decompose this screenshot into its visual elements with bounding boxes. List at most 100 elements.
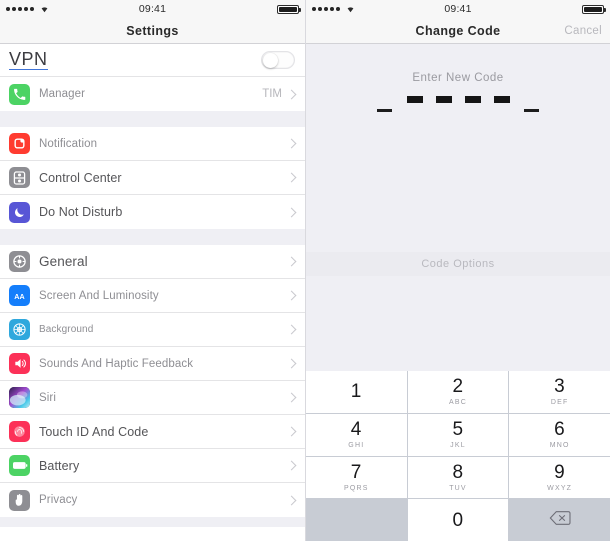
keypad-key-blank — [306, 499, 407, 541]
keypad-letters: PQRS — [344, 484, 369, 492]
keypad-letters: DEF — [550, 399, 569, 407]
settings-row-label: Control Center — [39, 170, 122, 185]
keypad-key-5[interactable]: 5 JKL — [407, 413, 509, 456]
settings-row-label: Manager — [39, 88, 86, 100]
code-dot-filled — [464, 96, 481, 103]
keypad-number: 7 — [350, 461, 362, 483]
settings-panel: 09:41 Settings VPN Manager TIM Notificat… — [0, 0, 305, 541]
keypad-number: 4 — [350, 419, 362, 441]
settings-navbar: Settings — [0, 18, 305, 44]
chevron-right-icon — [286, 392, 297, 403]
code-dot-filled — [406, 96, 423, 103]
status-bar-time: 09:41 — [138, 3, 167, 15]
settings-row-siri[interactable]: Siri — [0, 381, 305, 415]
status-bar-right: 09:41 — [306, 0, 610, 18]
settings-row-label: Screen And Luminosity — [39, 289, 159, 302]
settings-row-label: Notification — [39, 137, 98, 150]
chevron-right-icon — [286, 256, 297, 267]
notifications-group: Notification Control Center Do Not Distu… — [0, 127, 305, 229]
list-section-gap — [0, 229, 305, 245]
chevron-right-icon — [286, 290, 297, 301]
keypad-number: 3 — [554, 376, 566, 398]
battery-icon — [9, 455, 30, 476]
vpn-label: VPN — [9, 49, 48, 70]
delete-backspace-icon — [549, 510, 571, 530]
keypad-number: 9 — [554, 461, 566, 483]
status-bar-time: 09:41 — [444, 3, 472, 15]
keypad-key-0[interactable]: 0 — [407, 499, 509, 541]
settings-row-label: Privacy — [39, 494, 78, 506]
keypad-key-6[interactable]: 6 MNO — [509, 413, 610, 456]
settings-row-label: Sounds And Haptic Feedback — [39, 357, 194, 370]
keypad-key-8[interactable]: 8 TUV — [407, 456, 509, 499]
manager-value: TIM — [262, 88, 282, 100]
code-options-button[interactable]: Code Options — [306, 252, 610, 276]
keypad-number: 0 — [452, 509, 464, 531]
settings-row-do-not-disturb[interactable]: Do Not Disturb — [0, 195, 305, 229]
gear-icon — [9, 251, 30, 272]
cancel-button[interactable]: Cancel — [564, 25, 602, 37]
code-prompt-label: Enter New Code — [412, 72, 504, 84]
wallpaper-icon — [9, 319, 30, 340]
notification-icon — [9, 133, 30, 154]
settings-row-vpn[interactable]: VPN — [0, 44, 305, 77]
settings-row-control-center[interactable]: Control Center — [0, 161, 305, 195]
keypad-key-2[interactable]: 2 ABC — [407, 371, 509, 413]
settings-row-background[interactable]: Background — [0, 313, 305, 347]
list-bottom-gap — [0, 517, 305, 527]
settings-row-label: General — [39, 254, 88, 269]
vpn-group: VPN Manager TIM — [0, 44, 305, 111]
keypad-key-3[interactable]: 3 DEF — [509, 371, 610, 413]
keypad-key-7[interactable]: 7 PQRS — [306, 456, 407, 499]
page-title: Settings — [126, 23, 179, 38]
settings-row-notification[interactable]: Notification — [0, 127, 305, 161]
hand-icon — [9, 489, 30, 511]
code-dot-filled — [435, 96, 452, 103]
numeric-keypad: 1 2 ABC 3 DEF 4 GHI 5 JKL 6 MNO 7 PQRS 8… — [306, 371, 610, 541]
chevron-right-icon — [286, 207, 297, 217]
settings-row-label: Background — [39, 324, 94, 335]
battery-full-icon — [277, 4, 301, 14]
keypad-number: 8 — [452, 461, 464, 483]
status-bar-left: 09:41 — [0, 0, 305, 18]
chevron-right-icon — [286, 324, 297, 335]
settings-row-battery[interactable]: Battery — [0, 449, 305, 483]
display-text-icon: AA — [9, 285, 30, 306]
chevron-right-icon — [286, 89, 297, 99]
battery-indicator — [582, 4, 606, 14]
chevron-right-icon — [286, 138, 297, 149]
keypad-number: 1 — [350, 381, 362, 403]
settings-row-general[interactable]: General — [0, 245, 305, 279]
keypad-letters: MNO — [549, 442, 570, 450]
control-center-icon — [9, 167, 30, 188]
code-edge-marks — [306, 109, 610, 112]
change-code-navbar: Change Code Cancel — [306, 18, 610, 44]
code-edge-dash-left — [377, 109, 392, 112]
keypad-key-4[interactable]: 4 GHI — [306, 413, 407, 456]
settings-row-manager[interactable]: Manager TIM — [0, 77, 305, 111]
phone-icon — [9, 83, 30, 105]
settings-row-privacy[interactable]: Privacy — [0, 483, 305, 517]
chevron-right-icon — [286, 495, 297, 505]
settings-row-screen-luminosity[interactable]: AA Screen And Luminosity — [0, 279, 305, 313]
moon-icon — [9, 201, 30, 223]
svg-text:AA: AA — [14, 291, 24, 300]
keypad-key-9[interactable]: 9 WXYZ — [509, 456, 610, 499]
siri-icon — [9, 387, 30, 408]
settings-row-label: Siri — [39, 391, 57, 404]
code-dot-filled — [493, 96, 510, 103]
code-edge-dash-right — [524, 109, 539, 112]
keypad-number: 5 — [452, 419, 464, 441]
settings-row-label: Touch ID And Code — [39, 424, 149, 439]
keypad-key-1[interactable]: 1 — [306, 371, 407, 413]
battery-full-icon — [582, 4, 606, 14]
settings-row-label: Battery — [39, 458, 80, 473]
keypad-number: 6 — [554, 419, 566, 441]
chevron-right-icon — [286, 172, 297, 183]
keypad-key-delete[interactable] — [509, 499, 610, 541]
vpn-toggle[interactable] — [261, 51, 295, 69]
code-dot-indicators — [306, 96, 610, 103]
settings-row-sounds[interactable]: Sounds And Haptic Feedback — [0, 347, 305, 381]
settings-row-touch-id[interactable]: Touch ID And Code — [0, 415, 305, 449]
chevron-right-icon — [286, 460, 297, 471]
